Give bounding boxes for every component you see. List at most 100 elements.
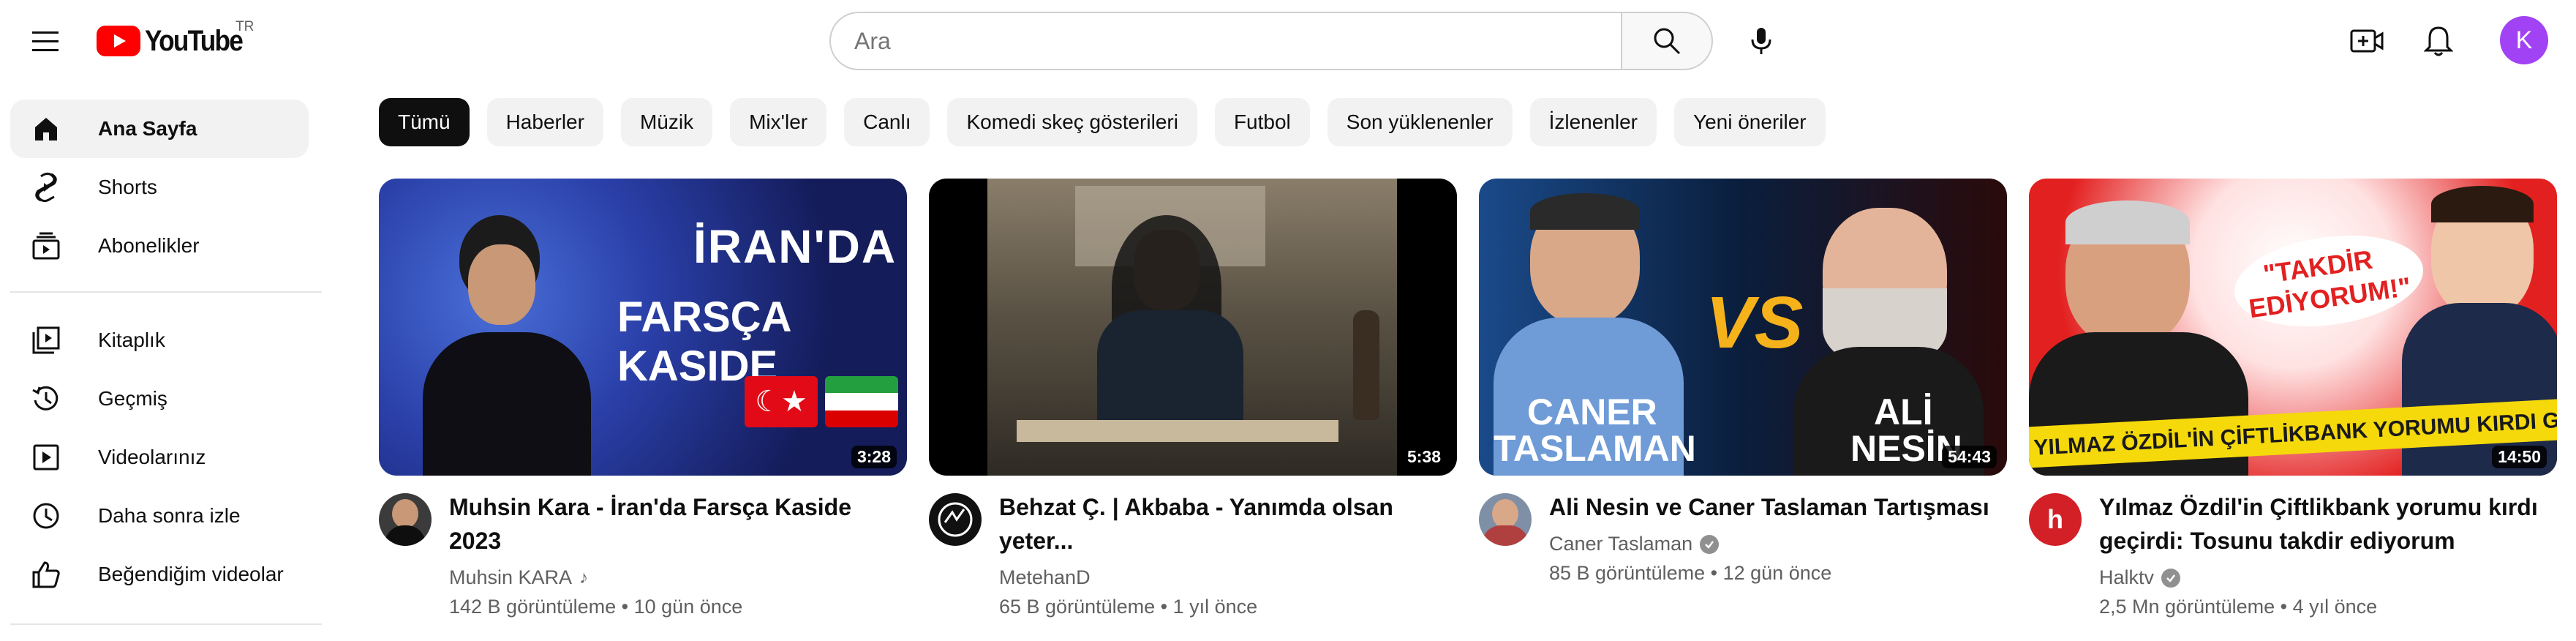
- sidebar-item-history[interactable]: Geçmiş: [10, 370, 309, 428]
- sidebar-divider: [10, 623, 322, 625]
- filter-chips: Tümü Haberler Müzik Mix'ler Canlı Komedi…: [379, 98, 1826, 146]
- chip-football[interactable]: Futbol: [1214, 98, 1310, 146]
- sidebar-item-label: Videolarınız: [98, 446, 206, 468]
- search-button[interactable]: [1621, 12, 1713, 70]
- play-logo-icon: [97, 26, 140, 56]
- chip-recently-uploaded[interactable]: Son yüklenenler: [1327, 98, 1513, 146]
- channel-logo-icon: [938, 502, 973, 537]
- chip-music[interactable]: Müzik: [620, 98, 713, 146]
- sidebar-item-home[interactable]: Ana Sayfa: [10, 100, 309, 158]
- thumbs-up-icon: [29, 558, 63, 591]
- video-meta: 142 B görüntüleme • 10 gün önce: [449, 596, 743, 618]
- chip-mixes[interactable]: Mix'ler: [730, 98, 827, 146]
- microphone-icon: [1751, 28, 1771, 54]
- country-code: TR: [236, 19, 255, 34]
- chip-news[interactable]: Haberler: [486, 98, 603, 146]
- channel-name-row: MetehanD: [999, 566, 1091, 589]
- video-duration: 3:28: [851, 446, 897, 468]
- video-card[interactable]: 5:38 Behzat Ç. | Akbaba - Yanımda olsan …: [929, 179, 1457, 618]
- sidebar-item-watch-later[interactable]: Daha sonra izle: [10, 487, 309, 545]
- video-meta: 2,5 Mn görüntüleme • 4 yıl önce: [2099, 596, 2378, 618]
- video-title[interactable]: Muhsin Kara - İran'da Farsça Kaside 2023: [449, 490, 895, 558]
- sidebar-item-shorts[interactable]: Shorts: [10, 158, 309, 217]
- youtube-logo[interactable]: YouTube: [97, 22, 255, 60]
- view-count: 85 B görüntüleme: [1549, 562, 1706, 584]
- hamburger-icon: [32, 31, 59, 51]
- shorts-icon: [29, 170, 63, 204]
- video-card[interactable]: İRAN'DA FARSÇA KASIDE ☾★ 3:28 Muhsin Kar…: [379, 179, 907, 618]
- channel-name[interactable]: Muhsin KARA: [449, 566, 572, 589]
- sidebar-item-label: Beğendiğim videolar: [98, 563, 284, 585]
- channel-avatar[interactable]: h: [2029, 493, 2082, 546]
- channel-avatar[interactable]: [1479, 493, 1532, 546]
- voice-search-button[interactable]: [1732, 15, 1790, 67]
- upload-age: 12 gün önce: [1722, 562, 1832, 584]
- history-icon: [29, 382, 63, 416]
- video-title[interactable]: Behzat Ç. | Akbaba - Yanımda olsan yeter…: [999, 490, 1445, 558]
- top-bar: YouTube TR Ara K: [0, 0, 2576, 82]
- thumbnail-text: VS: [1706, 282, 1804, 364]
- verified-badge-icon: [2161, 568, 2181, 588]
- channel-name[interactable]: Halktv: [2099, 566, 2154, 589]
- channel-logo-icon: h: [2047, 504, 2063, 534]
- sidebar-item-liked-videos[interactable]: Beğendiğim videolar: [10, 545, 309, 604]
- sidebar-item-subscriptions[interactable]: Abonelikler: [10, 217, 309, 275]
- search-bar: [829, 12, 1713, 70]
- chip-watched[interactable]: İzlenenler: [1529, 98, 1657, 146]
- chip-new-to-you[interactable]: Yeni öneriler: [1673, 98, 1826, 146]
- thumbnail-text: TASLAMAN: [1494, 428, 1696, 469]
- channel-avatar[interactable]: [379, 493, 432, 546]
- view-count: 142 B görüntüleme: [449, 596, 617, 618]
- sidebar-item-label: Kitaplık: [98, 329, 165, 351]
- video-thumbnail[interactable]: VS CANER TASLAMAN ALİ NESİN 54:43: [1479, 179, 2007, 476]
- logo-text: YouTube: [145, 24, 244, 57]
- video-duration: 54:43: [1942, 446, 1997, 468]
- sidebar-item-label: Ana Sayfa: [98, 117, 197, 140]
- upload-age: 4 yıl önce: [2292, 596, 2378, 618]
- chip-live[interactable]: Canlı: [844, 98, 930, 146]
- account-avatar[interactable]: K: [2500, 16, 2548, 64]
- video-thumbnail[interactable]: İRAN'DA FARSÇA KASIDE ☾★ 3:28: [379, 179, 907, 476]
- video-title[interactable]: Ali Nesin ve Caner Taslaman Tartışması: [1549, 490, 1995, 524]
- chip-comedy[interactable]: Komedi skeç gösterileri: [947, 98, 1197, 146]
- channel-name-row: Muhsin KARA ♪: [449, 566, 588, 589]
- video-meta: 85 B görüntüleme • 12 gün önce: [1549, 562, 1832, 584]
- video-add-icon: [2350, 29, 2384, 53]
- sidebar-item-label: Daha sonra izle: [98, 504, 241, 527]
- video-thumbnail[interactable]: "TAKDİR EDİYORUM!" YILMAZ ÖZDİL'İN ÇİFTL…: [2029, 179, 2557, 476]
- video-card[interactable]: VS CANER TASLAMAN ALİ NESİN 54:43 Ali Ne…: [1479, 179, 2007, 584]
- iran-flag-icon: [825, 376, 898, 427]
- channel-name[interactable]: Caner Taslaman: [1549, 533, 1692, 555]
- video-duration: 14:50: [2492, 446, 2547, 468]
- view-count: 65 B görüntüleme: [999, 596, 1156, 618]
- channel-name-row: Caner Taslaman: [1549, 533, 1720, 555]
- chip-all[interactable]: Tümü: [379, 98, 470, 146]
- verified-badge-icon: [1700, 534, 1720, 554]
- video-card[interactable]: "TAKDİR EDİYORUM!" YILMAZ ÖZDİL'İN ÇİFTL…: [2029, 179, 2557, 618]
- menu-button[interactable]: [25, 20, 66, 61]
- turkey-flag-icon: ☾★: [745, 376, 818, 427]
- video-thumbnail[interactable]: 5:38: [929, 179, 1457, 476]
- search-input[interactable]: [829, 12, 1621, 70]
- youtube-home: YouTube TR Ara K Ana Sayfa Shorts Abonel…: [0, 0, 2576, 641]
- channel-avatar[interactable]: [929, 493, 982, 546]
- your-videos-icon: [29, 441, 63, 474]
- upload-age: 1 yıl önce: [1172, 596, 1258, 618]
- notifications-button[interactable]: [2415, 18, 2462, 64]
- subscriptions-icon: [29, 229, 63, 263]
- sidebar-divider: [10, 291, 322, 293]
- video-title[interactable]: Yılmaz Özdil'in Çiftlikbank yorumu kırdı…: [2099, 490, 2545, 558]
- create-button[interactable]: [2343, 18, 2390, 64]
- video-duration: 5:38: [1401, 446, 1447, 468]
- home-icon: [29, 112, 63, 146]
- sidebar-item-library[interactable]: Kitaplık: [10, 311, 309, 370]
- bell-icon: [2424, 26, 2453, 56]
- sidebar-item-your-videos[interactable]: Videolarınız: [10, 428, 309, 487]
- watch-later-icon: [29, 499, 63, 533]
- music-note-icon: ♪: [579, 567, 589, 588]
- search-icon: [1654, 28, 1681, 55]
- sidebar: Ana Sayfa Shorts Abonelikler Kitaplık Ge…: [0, 82, 322, 641]
- library-icon: [29, 323, 63, 357]
- channel-name[interactable]: MetehanD: [999, 566, 1091, 589]
- upload-age: 10 gün önce: [633, 596, 743, 618]
